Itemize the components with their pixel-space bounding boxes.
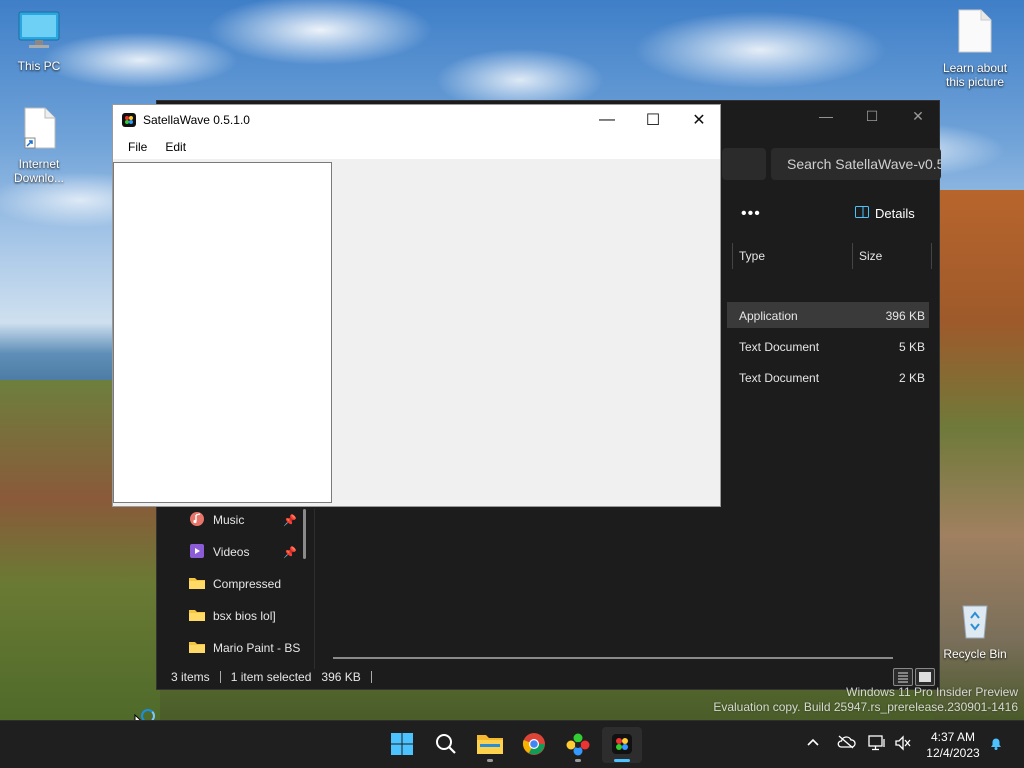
- status-separator: [219, 671, 221, 683]
- satellawave-icon: [611, 733, 633, 758]
- column-header-type[interactable]: Type: [732, 243, 852, 269]
- details-label: Details: [875, 206, 915, 221]
- minimize-button[interactable]: —: [584, 105, 630, 135]
- maximize-button[interactable]: ☐: [849, 101, 895, 131]
- status-bar: 3 items 1 item selected 396 KB: [171, 670, 372, 684]
- file-size: 396 KB: [885, 309, 925, 323]
- satellawave-window[interactable]: SatellaWave 0.5.1.0 — ☐ ✕ File Edit: [112, 104, 721, 507]
- nav-item-label: Mario Paint - BS: [213, 641, 301, 655]
- close-button[interactable]: ✕: [895, 101, 941, 131]
- desktop-icon-label: This PC: [17, 59, 61, 73]
- taskbar-search-button[interactable]: [426, 727, 466, 763]
- taskbar: 4:37 AM 12/4/2023: [0, 720, 1024, 768]
- status-separator: [370, 671, 372, 683]
- running-indicator: [487, 759, 493, 762]
- music-icon: [189, 511, 205, 530]
- active-indicator: [614, 759, 630, 762]
- horizontal-scrollbar[interactable]: [333, 657, 893, 659]
- pin-icon: 📌: [283, 515, 297, 527]
- document-icon: [940, 8, 1010, 57]
- network-icon[interactable]: [868, 735, 886, 754]
- close-button[interactable]: ✕: [676, 105, 722, 135]
- taskbar-clock[interactable]: 4:37 AM 12/4/2023: [920, 729, 986, 761]
- watermark-line-1: Windows 11 Pro Insider Preview: [846, 685, 1018, 699]
- file-type: Text Document: [739, 340, 820, 354]
- folder-icon: [189, 640, 205, 657]
- watermark-line-2: Evaluation copy. Build 25947.rs_prerelea…: [713, 700, 1018, 714]
- satellawave-app-icon: [122, 113, 136, 127]
- desktop-icon-label: Internet Downlo...: [13, 157, 65, 185]
- pane-divider: [314, 509, 315, 669]
- desktop-icon-learn-about-picture[interactable]: Learn about this picture: [940, 8, 1010, 89]
- show-hidden-icons-chevron-icon[interactable]: [806, 735, 820, 752]
- nav-item-label: bsx bios lol]: [213, 609, 276, 623]
- running-indicator: [575, 759, 581, 762]
- desktop-icon-label: Learn about this picture: [942, 61, 1008, 89]
- nav-item-label: Videos: [213, 545, 250, 559]
- file-row[interactable]: Text Document 5 KB: [727, 333, 929, 359]
- menu-file[interactable]: File: [121, 135, 154, 159]
- nav-item-bsx-bios[interactable]: bsx bios lol]: [189, 604, 276, 628]
- column-header-size[interactable]: Size: [852, 243, 932, 269]
- windows-watermark: Windows 11 Pro Insider Preview Evaluatio…: [713, 685, 1018, 715]
- address-bar[interactable]: [722, 148, 766, 180]
- menu-edit[interactable]: Edit: [158, 135, 193, 159]
- large-icons-view-button[interactable]: [915, 668, 935, 686]
- search-input[interactable]: Search SatellaWave-v0.5.: [771, 148, 941, 180]
- recycle-bin-icon: [940, 600, 1010, 643]
- nav-item-videos[interactable]: Videos: [189, 540, 249, 564]
- nav-item-music[interactable]: Music: [189, 508, 244, 532]
- taskbar-file-explorer[interactable]: [470, 727, 510, 763]
- nav-item-mario-paint[interactable]: Mario Paint - BS: [189, 636, 300, 660]
- onedrive-offline-icon[interactable]: [836, 735, 856, 752]
- desktop-icon-label: Recycle Bin: [943, 647, 1007, 661]
- menu-bar: File Edit: [113, 135, 720, 159]
- search-icon: [434, 732, 458, 759]
- file-size: 5 KB: [898, 340, 925, 354]
- details-view-button[interactable]: [893, 668, 913, 686]
- folder-icon: [189, 608, 205, 625]
- taskbar-snes-app[interactable]: [558, 727, 598, 763]
- videos-icon: [189, 543, 205, 562]
- desktop-icon-recycle-bin[interactable]: Recycle Bin: [940, 600, 1010, 661]
- file-row[interactable]: Application 396 KB: [727, 302, 929, 328]
- desktop-icon-internet-download[interactable]: Internet Downlo...: [4, 106, 74, 185]
- file-type: Text Document: [739, 371, 820, 385]
- windows-start-icon: [390, 732, 414, 759]
- maximize-button[interactable]: ☐: [630, 105, 676, 135]
- file-size: 2 KB: [898, 371, 925, 385]
- notification-bell-icon[interactable]: [988, 735, 1004, 754]
- status-selection: 1 item selected: [230, 670, 312, 684]
- desktop-icon-this-pc[interactable]: This PC: [4, 10, 74, 73]
- snes-app-icon: [565, 732, 591, 759]
- folder-icon: [189, 576, 205, 593]
- window-title: SatellaWave 0.5.1.0: [143, 113, 250, 127]
- satellawave-title-bar[interactable]: SatellaWave 0.5.1.0 — ☐ ✕: [113, 105, 720, 135]
- volume-muted-icon[interactable]: [894, 735, 912, 754]
- clock-time: 4:37 AM: [930, 730, 976, 744]
- file-explorer-icon: [477, 733, 503, 758]
- channel-list-box[interactable]: [113, 162, 332, 503]
- chrome-icon: [522, 732, 546, 759]
- nav-scrollbar[interactable]: [303, 509, 306, 559]
- taskbar-satellawave[interactable]: [602, 727, 642, 763]
- minimize-button[interactable]: —: [803, 101, 849, 131]
- nav-item-compressed[interactable]: Compressed: [189, 572, 281, 596]
- document-shortcut-icon: [4, 106, 74, 153]
- file-type: Application: [739, 309, 798, 323]
- status-item-count: 3 items: [171, 670, 210, 684]
- pin-icon: 📌: [283, 547, 297, 559]
- start-button[interactable]: [382, 727, 422, 763]
- nav-item-label: Music: [213, 513, 245, 527]
- file-row[interactable]: Text Document 2 KB: [727, 364, 929, 390]
- status-size: 396 KB: [321, 670, 361, 684]
- nav-item-label: Compressed: [213, 577, 282, 591]
- monitor-icon: [4, 10, 74, 55]
- clock-date: 12/4/2023: [926, 746, 980, 760]
- details-pane-icon: [855, 206, 869, 221]
- more-options-button[interactable]: •••: [741, 205, 761, 223]
- taskbar-chrome[interactable]: [514, 727, 554, 763]
- details-pane-button[interactable]: Details: [855, 206, 915, 221]
